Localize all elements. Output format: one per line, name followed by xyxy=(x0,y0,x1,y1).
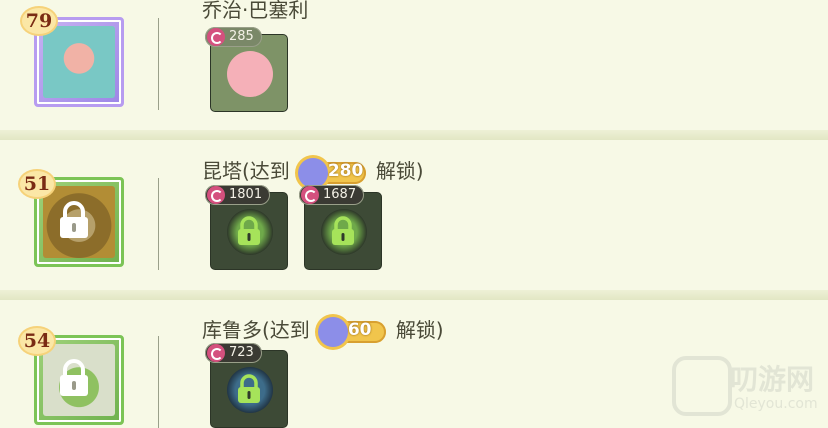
row-divider xyxy=(0,290,828,300)
unlock-value: 280 xyxy=(327,160,364,181)
unlock-requirement-badge: 60 xyxy=(317,316,388,347)
item-icon xyxy=(227,51,273,97)
item-card[interactable]: 723 xyxy=(205,343,288,428)
column-divider xyxy=(158,18,159,110)
item-card[interactable]: 1687 xyxy=(299,185,382,270)
level-badge: 51 xyxy=(20,171,54,197)
lock-icon xyxy=(238,374,260,403)
level-badge: 79 xyxy=(22,8,56,34)
watermark-subtitle: Qleyou.com xyxy=(734,396,818,412)
item-cost: 1801 xyxy=(205,185,271,205)
column-divider xyxy=(158,336,159,428)
watermark-logo-icon xyxy=(672,356,732,416)
character-name: 库鲁多(达到 60 解锁) xyxy=(202,314,444,347)
item-card[interactable]: 1801 xyxy=(205,185,288,270)
row-divider xyxy=(0,130,828,140)
item-card[interactable]: 285 xyxy=(205,27,288,112)
unlock-value: 60 xyxy=(347,319,372,340)
swirl-currency-icon xyxy=(207,344,225,362)
swirl-currency-icon xyxy=(207,28,225,46)
watermark-title: 叨游网 xyxy=(730,363,815,396)
lock-icon xyxy=(238,216,260,245)
watermark: 叨游网 Qleyou.com xyxy=(672,352,822,422)
lock-icon xyxy=(60,201,88,238)
level-badge: 54 xyxy=(20,328,54,354)
star-badge-icon xyxy=(297,157,328,188)
item-cost: 723 xyxy=(205,343,262,363)
item-cost: 285 xyxy=(205,27,262,47)
avatar-portrait xyxy=(43,26,115,98)
character-name: 乔治·巴塞利 xyxy=(202,0,309,22)
swirl-currency-icon xyxy=(301,186,319,204)
name-suffix: 解锁) xyxy=(375,159,424,183)
name-prefix: 库鲁多(达到 xyxy=(202,318,310,342)
name-prefix: 昆塔(达到 xyxy=(202,159,290,183)
name-suffix: 解锁) xyxy=(395,318,444,342)
unlock-requirement-badge: 280 xyxy=(297,157,368,188)
character-row[interactable] xyxy=(0,0,828,130)
item-cost: 1687 xyxy=(299,185,365,205)
swirl-currency-icon xyxy=(207,186,225,204)
column-divider xyxy=(158,178,159,270)
lock-icon xyxy=(60,359,88,396)
character-name: 昆塔(达到 280 解锁) xyxy=(202,155,424,188)
star-badge-icon xyxy=(317,316,348,347)
lock-icon xyxy=(332,216,354,245)
